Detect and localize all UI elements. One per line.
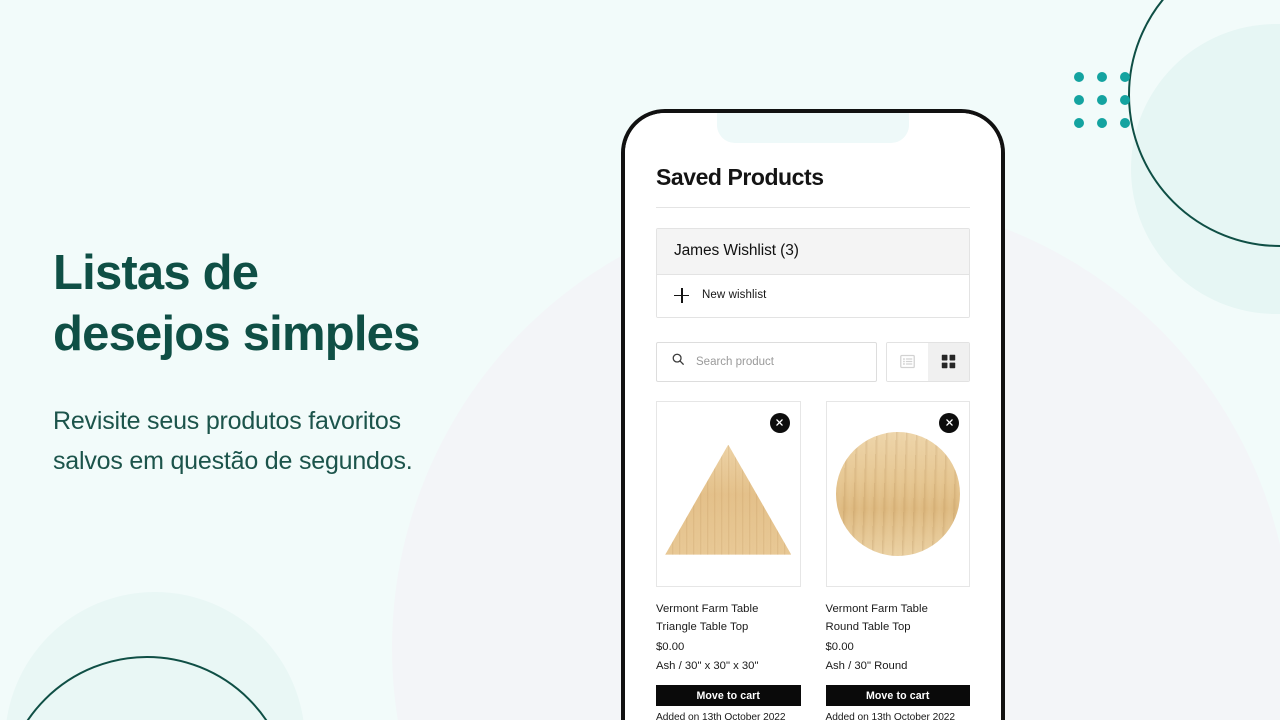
page-subtitle: Revisite seus produtos favoritos salvos … — [53, 406, 413, 476]
product-variant: Ash / 30" Round — [825, 660, 908, 673]
marketing-copy: Listas de desejos simples Revisite seus … — [53, 243, 573, 482]
phone-notch — [717, 113, 909, 143]
product-title: Vermont Farm Table Triangle Table Top — [656, 602, 759, 633]
product-card: Vermont Farm Table Triangle Table Top $0… — [656, 400, 801, 720]
plus-icon — [674, 287, 689, 303]
product-variant: Ash / 30" x 30" x 30" — [656, 660, 759, 673]
title-divider — [656, 206, 970, 208]
dot-icon — [1097, 95, 1107, 105]
dot-icon — [1074, 72, 1084, 82]
grid-view-icon[interactable] — [928, 342, 969, 381]
dot-icon — [1097, 72, 1107, 82]
dot-grid-icon — [1074, 72, 1130, 128]
product-title: Vermont Farm Table Round Table Top — [825, 602, 928, 633]
view-toggle-group — [886, 341, 970, 382]
product-image[interactable] — [656, 400, 801, 587]
dot-icon — [1120, 72, 1130, 82]
wishlist-selector: James Wishlist (3) New wishlist — [656, 227, 970, 318]
search-and-view-row — [656, 341, 970, 382]
dot-icon — [1097, 118, 1107, 128]
search-icon — [671, 352, 685, 371]
close-circle-icon[interactable] — [939, 412, 959, 433]
list-view-icon[interactable] — [887, 342, 928, 381]
move-to-cart-button[interactable]: Move to cart — [825, 685, 970, 707]
dot-icon — [1074, 118, 1084, 128]
new-wishlist-label: New wishlist — [702, 289, 767, 302]
product-price: $0.00 — [825, 641, 854, 654]
product-card: Vermont Farm Table Round Table Top $0.00… — [825, 400, 970, 720]
product-image[interactable] — [825, 400, 970, 587]
app-title: Saved Products — [656, 164, 824, 190]
wishlist-item-active[interactable]: James Wishlist (3) — [657, 228, 969, 275]
phone-mockup: Saved Products James Wishlist (3) New wi… — [621, 109, 1005, 720]
close-circle-icon[interactable] — [769, 412, 790, 433]
wood-triangle-table-top-image — [665, 444, 792, 555]
dot-icon — [1120, 118, 1130, 128]
move-to-cart-button[interactable]: Move to cart — [656, 685, 801, 707]
wood-round-table-top-image — [835, 431, 960, 556]
product-added-date: Added on 13th October 2022 — [825, 712, 956, 720]
product-grid: Vermont Farm Table Triangle Table Top $0… — [656, 400, 970, 720]
product-added-date: Added on 13th October 2022 — [656, 712, 786, 720]
search-box[interactable] — [656, 341, 877, 382]
new-wishlist-button[interactable]: New wishlist — [657, 274, 969, 317]
search-input[interactable] — [696, 355, 862, 368]
dot-icon — [1074, 95, 1084, 105]
page-title: Listas de desejos simples — [53, 246, 420, 361]
saved-products-app: Saved Products James Wishlist (3) New wi… — [625, 113, 1001, 720]
phone-screen: Saved Products James Wishlist (3) New wi… — [625, 113, 1001, 720]
dot-icon — [1120, 95, 1130, 105]
product-price: $0.00 — [656, 641, 685, 654]
